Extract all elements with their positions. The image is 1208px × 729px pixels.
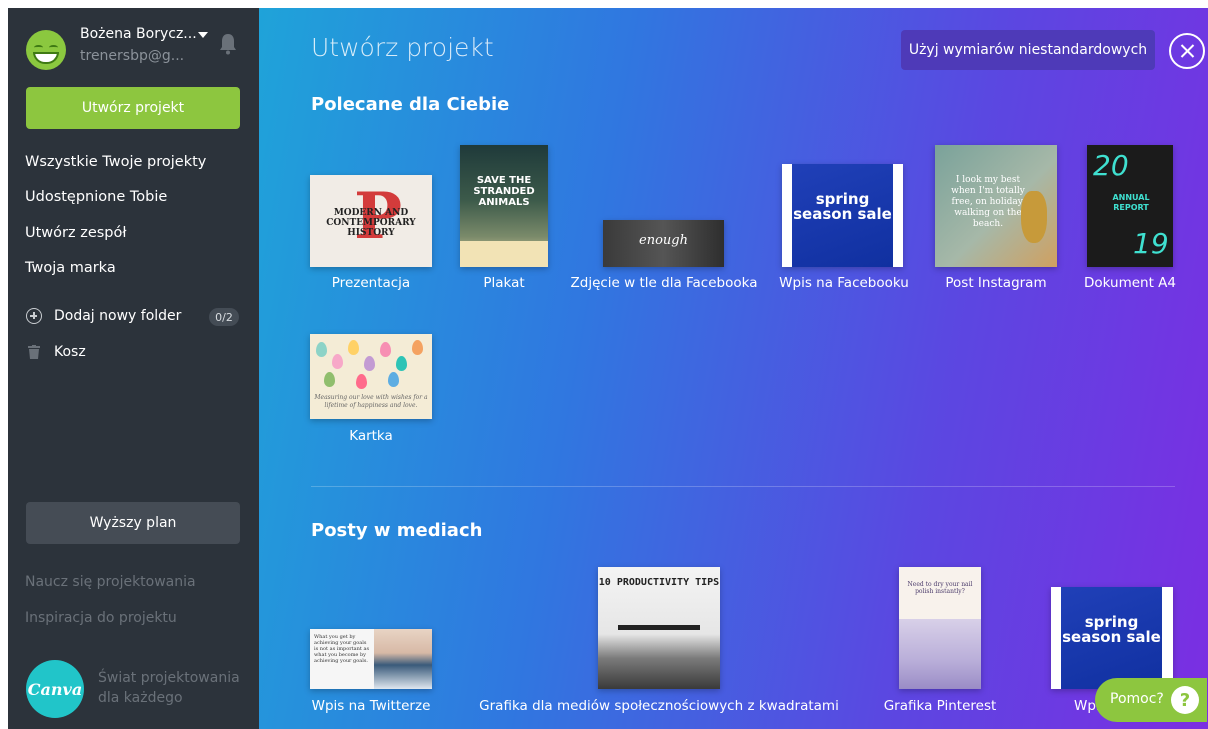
raindrop — [380, 342, 391, 357]
poster-thumb-footer — [460, 241, 548, 267]
nav-shared-with-you[interactable]: Udostępnione Tobie — [25, 189, 167, 205]
design-inspiration-link[interactable]: Inspiracja do projektu — [25, 610, 177, 626]
presentation-thumb-text: MODERN AND CONTEMPORARY HISTORY — [326, 208, 416, 238]
avatar-eye-right — [49, 45, 58, 50]
raindrop — [412, 340, 423, 355]
close-icon[interactable] — [1169, 33, 1205, 69]
twitter-post-thumbnail[interactable]: What you get by achieving your goals is … — [310, 629, 432, 689]
add-folder-row[interactable]: Dodaj nowy folder 0/2 — [26, 306, 240, 328]
facebook-post-thumb-text: spring season sale — [793, 190, 892, 223]
nav-create-team[interactable]: Utwórz zespół — [25, 225, 127, 241]
facebook-post-label[interactable]: Wpis na Facebooku — [779, 275, 909, 291]
raindrop — [364, 356, 375, 371]
pineapple-image — [1021, 191, 1047, 243]
twitter-post-label[interactable]: Wpis na Twitterze — [312, 698, 431, 714]
facebook-cover-label[interactable]: Zdjęcie w tle dla Facebooka — [571, 275, 758, 291]
upgrade-plan-button[interactable]: Wyższy plan — [26, 502, 240, 544]
facebook-cover-thumb-text: enough — [639, 233, 688, 248]
bell-icon[interactable] — [219, 33, 237, 55]
raindrop — [388, 372, 399, 387]
facebook-post-2-thumbnail[interactable]: spring season sale — [1051, 587, 1173, 689]
nav-brand-kit[interactable]: Twoja marka — [25, 260, 116, 276]
user-name[interactable]: Bożena Borycz... — [80, 26, 197, 42]
help-label[interactable]: Pomoc? — [1110, 691, 1164, 707]
caret-down-icon[interactable] — [198, 32, 208, 38]
avatar-mouth — [33, 52, 59, 64]
a4-document-thumbnail[interactable]: 20 ANNUAL REPORT 19 — [1087, 145, 1173, 267]
user-email: trenersbp@g... — [80, 48, 185, 64]
canva-create-design-screen: Bożena Borycz... trenersbp@g... Utwórz p… — [8, 8, 1208, 729]
trash-label[interactable]: Kosz — [54, 344, 86, 360]
user-avatar[interactable] — [26, 30, 66, 70]
instagram-post-label[interactable]: Post Instagram — [945, 275, 1046, 291]
pinterest-label[interactable]: Grafika Pinterest — [884, 698, 997, 714]
poster-thumbnail[interactable]: SAVE THE STRANDED ANIMALS — [460, 145, 548, 267]
businessman-image — [374, 629, 432, 689]
add-folder-label[interactable]: Dodaj nowy folder — [54, 308, 181, 324]
card-thumbnail[interactable]: Measuring our love with wishes for a lif… — [310, 334, 432, 419]
page-title: Utwórz projekt — [311, 33, 494, 62]
custom-dimensions-button[interactable]: Użyj wymiarów niestandardowych — [901, 30, 1155, 70]
canva-tagline: Świat projektowania dla każdego — [98, 670, 240, 706]
avatar-eye-left — [34, 45, 43, 50]
facebook-cover-thumbnail[interactable]: enough — [603, 220, 724, 267]
a4-thumb-year-top: 20 — [1093, 149, 1129, 182]
card-thumb-text: Measuring our love with wishes for a lif… — [314, 394, 428, 409]
raindrop — [332, 354, 343, 369]
pinterest-thumbnail[interactable]: Need to dry your nail polish instantly? — [899, 567, 981, 689]
section-divider — [311, 486, 1175, 487]
social-square-thumb-text: 10 PRODUCTIVITY TIPS — [598, 577, 720, 588]
section-recommended-title: Polecane dla Ciebie — [311, 94, 510, 115]
create-design-button[interactable]: Utwórz projekt — [26, 87, 240, 129]
pinterest-thumb-text: Need to dry your nail polish instantly? — [907, 581, 973, 595]
raindrop — [316, 342, 327, 357]
raindrop — [324, 372, 335, 387]
canva-logo[interactable]: Canva — [26, 660, 84, 718]
poster-label[interactable]: Plakat — [483, 275, 524, 291]
a4-thumb-text: ANNUAL REPORT — [1112, 193, 1150, 212]
instagram-post-thumbnail[interactable]: I look my best when I'm totally free, on… — [935, 145, 1057, 267]
help-icon[interactable]: ? — [1171, 686, 1199, 714]
folder-count-badge: 0/2 — [209, 308, 239, 326]
raindrop — [348, 340, 359, 355]
trash-icon — [28, 345, 40, 359]
nail-polish-image — [899, 619, 981, 689]
facebook-post-2-thumb-text: spring season sale — [1062, 613, 1161, 646]
typewriter-paper-bar — [618, 625, 700, 630]
raindrop — [356, 374, 367, 389]
a4-thumb-year-bottom: 19 — [1133, 227, 1169, 260]
nav-all-projects[interactable]: Wszystkie Twoje projekty — [25, 154, 206, 170]
poster-thumb-text: SAVE THE STRANDED ANIMALS — [473, 175, 535, 208]
card-label[interactable]: Kartka — [349, 428, 393, 444]
raindrop — [396, 356, 407, 371]
social-square-thumbnail[interactable]: 10 PRODUCTIVITY TIPS — [598, 567, 720, 689]
user-menu[interactable]: Bożena Borycz... trenersbp@g... — [26, 20, 242, 70]
social-square-label[interactable]: Grafika dla mediów społecznościowych z k… — [479, 698, 839, 714]
learn-design-link[interactable]: Naucz się projektowania — [25, 574, 196, 590]
presentation-label[interactable]: Prezentacja — [332, 275, 410, 291]
facebook-post-thumbnail[interactable]: spring season sale — [782, 164, 903, 267]
help-button[interactable]: Pomoc? ? — [1095, 678, 1207, 722]
presentation-thumbnail[interactable]: P MODERN AND CONTEMPORARY HISTORY — [310, 175, 432, 267]
create-design-panel: Utwórz projekt Użyj wymiarów niestandard… — [259, 8, 1208, 729]
sidebar: Bożena Borycz... trenersbp@g... Utwórz p… — [8, 8, 259, 729]
a4-document-label[interactable]: Dokument A4 — [1084, 275, 1176, 291]
section-social-title: Posty w mediach — [311, 520, 483, 541]
twitter-post-thumb-text: What you get by achieving your goals is … — [314, 634, 370, 664]
plus-circle-icon — [26, 308, 42, 324]
instagram-post-thumb-text: I look my best when I'm totally free, on… — [951, 175, 1025, 229]
